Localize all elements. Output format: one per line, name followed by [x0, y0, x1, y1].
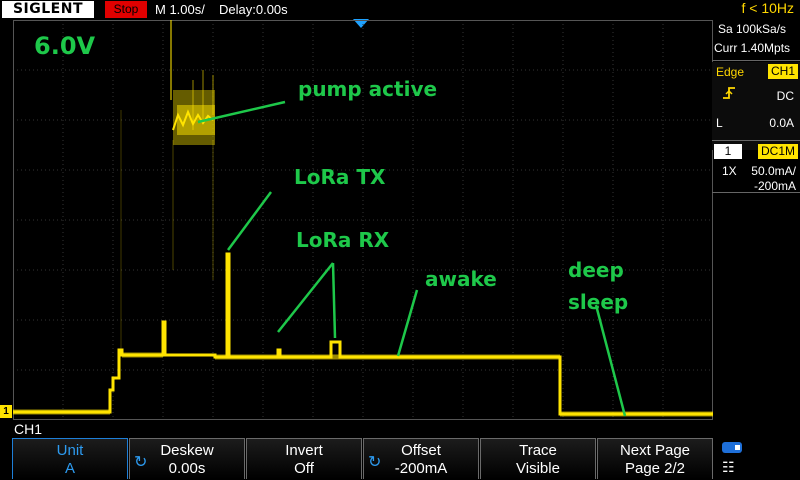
- softkey-title: Trace: [519, 442, 557, 459]
- run-stop-indicator[interactable]: Stop: [105, 1, 147, 18]
- trigger-level: 0.0A: [769, 116, 794, 130]
- trigger-coupling: DC: [776, 89, 794, 103]
- divider: [712, 60, 800, 61]
- annotation-sleep: sleep: [568, 290, 629, 314]
- channel-1-ground-marker[interactable]: 1: [0, 405, 12, 418]
- softkey-value: Visible: [516, 460, 560, 477]
- trigger-frequency-readout: f < 10Hz: [741, 0, 794, 16]
- offset-softkey[interactable]: ↻ Offset -200mA: [363, 438, 479, 479]
- annotation-lora-tx: LoRa TX: [294, 165, 386, 189]
- softkey-title: Invert: [285, 442, 323, 459]
- trigger-source-badge: CH1: [768, 64, 798, 79]
- pump-active-burst: [120, 20, 215, 350]
- sample-rate-readout: Sa 100kSa/s: [718, 22, 787, 36]
- channel-vertical-scale: 50.0mA/: [751, 164, 796, 178]
- softkey-title: Next Page: [619, 442, 691, 459]
- next-page-softkey[interactable]: Next Page Page 2/2: [597, 438, 713, 479]
- channel-offset: -200mA: [753, 179, 796, 193]
- channel-coupling-badge: DC1M: [758, 144, 798, 159]
- trigger-type: Edge: [716, 65, 745, 79]
- annotation-deep: deep: [568, 258, 624, 282]
- memory-depth-readout: Curr 1.40Mpts: [714, 41, 791, 55]
- unit-softkey[interactable]: Unit A: [12, 438, 128, 479]
- softkey-value: A: [64, 460, 75, 477]
- top-status-bar: SIGLENT Stop M 1.00s/ Delay:0.00s f < 10…: [0, 0, 800, 20]
- timebase-readout: M 1.00s/: [155, 2, 205, 17]
- softkey-value: Page 2/2: [624, 460, 686, 477]
- softkey-menu-bar: Unit A ↻ Deskew 0.00s Invert Off ↻ Offse…: [0, 438, 800, 480]
- deskew-softkey[interactable]: ↻ Deskew 0.00s: [129, 438, 245, 479]
- channel-1-settings-panel[interactable]: 1 DC1M 1X 50.0mA/ -200mA: [712, 142, 800, 193]
- rotate-knob-icon: ↻: [368, 454, 382, 471]
- channel-probe-ratio: 1X: [722, 164, 737, 178]
- delay-readout: Delay:0.00s: [219, 2, 288, 17]
- annotation-lora-rx: LoRa RX: [296, 228, 390, 252]
- divider: [712, 192, 800, 193]
- trigger-level-label: L: [716, 116, 723, 130]
- usb-icon: [722, 442, 742, 453]
- channel-number-badge: 1: [714, 144, 742, 159]
- trigger-settings-panel[interactable]: Edge CH1 DC L 0.0A: [712, 62, 800, 150]
- softkey-title: Unit: [56, 442, 84, 459]
- annotation-pump-active: pump active: [298, 77, 438, 101]
- annotation-voltage: 6.0V: [34, 32, 96, 60]
- rotate-knob-icon: ↻: [134, 454, 148, 471]
- invert-softkey[interactable]: Invert Off: [246, 438, 362, 479]
- softkey-value: Off: [294, 460, 314, 477]
- divider: [712, 140, 800, 141]
- brand-logo: SIGLENT: [2, 1, 94, 18]
- channel-1-label: CH1: [14, 421, 43, 437]
- status-icons: ☷: [720, 442, 796, 476]
- side-info-panel: Sa 100kSa/s Curr 1.40Mpts Edge CH1 DC L …: [712, 20, 800, 439]
- rising-edge-icon: [722, 86, 736, 103]
- annotation-awake: awake: [425, 267, 497, 291]
- network-icon: ☷: [722, 459, 735, 475]
- trace-softkey[interactable]: Trace Visible: [480, 438, 596, 479]
